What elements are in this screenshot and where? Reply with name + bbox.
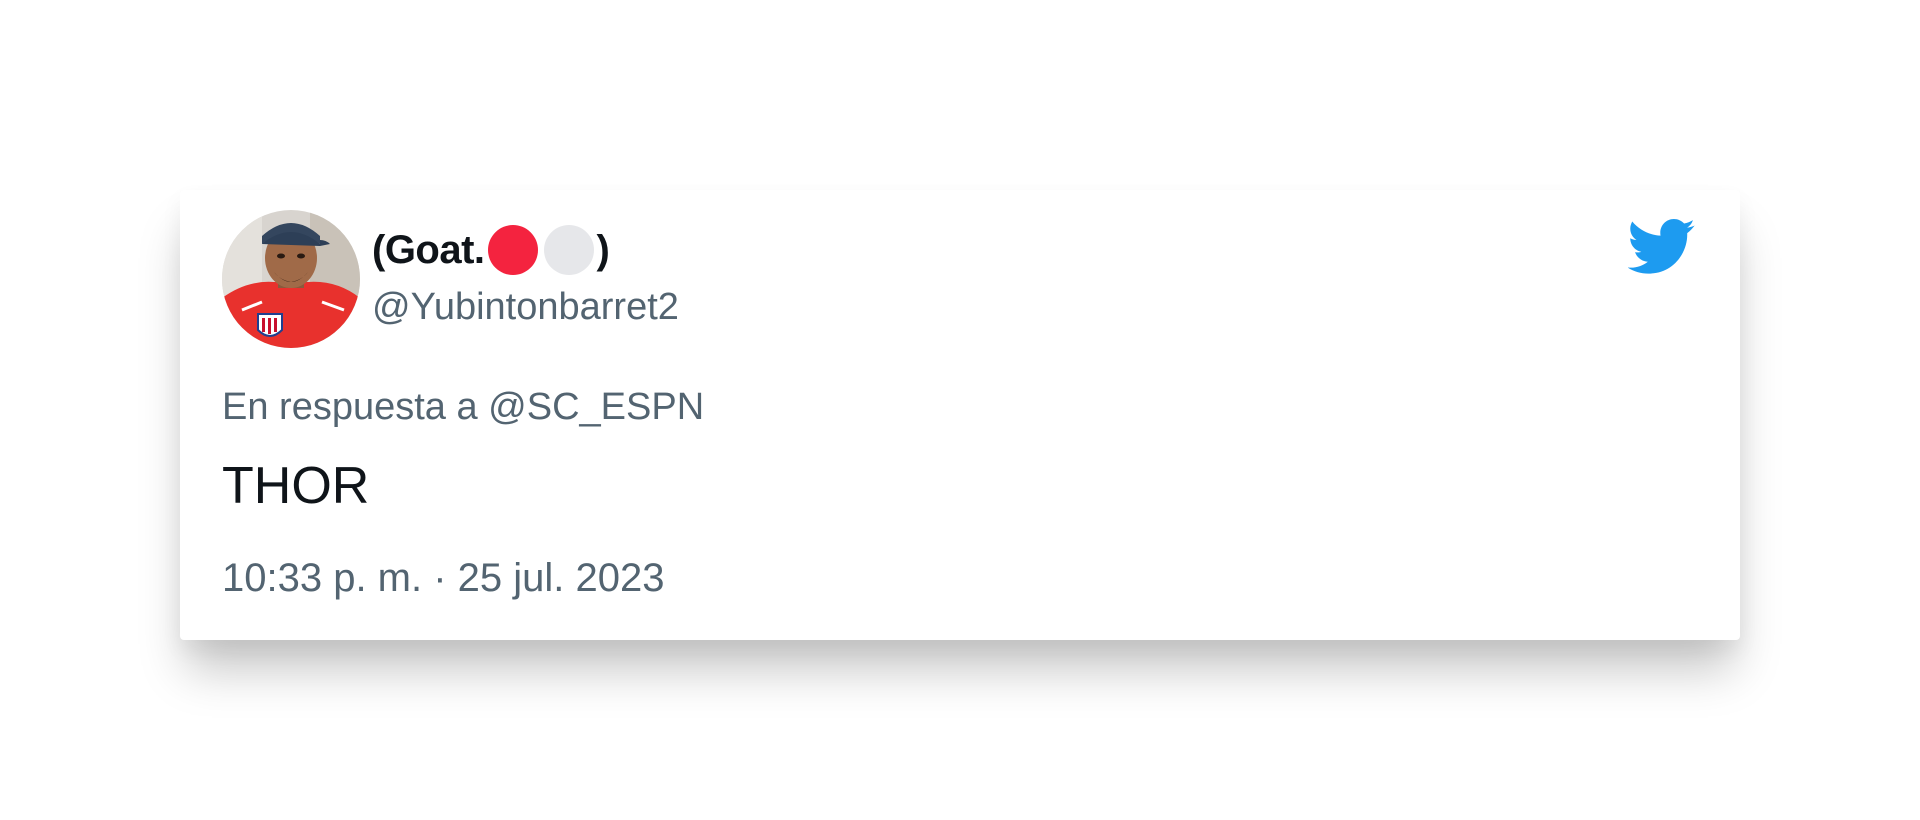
tweet-timestamp[interactable]: 10:33 p. m. · 25 jul. 2023 xyxy=(222,556,665,601)
tweet-screenshot: (Goat. ) @Yubintonbarret2 En respuesta a… xyxy=(0,0,1920,820)
white-circle-emoji xyxy=(543,225,594,275)
display-name-suffix: ) xyxy=(596,227,610,272)
avatar[interactable] xyxy=(222,210,360,348)
reply-context[interactable]: En respuesta a @SC_ESPN xyxy=(222,386,704,429)
user-handle[interactable]: @Yubintonbarret2 xyxy=(372,286,679,329)
red-circle-emoji xyxy=(487,225,538,275)
tweet-text: THOR xyxy=(222,457,370,515)
twitter-bird-icon[interactable] xyxy=(1627,218,1696,276)
display-name[interactable]: (Goat. ) xyxy=(372,222,610,278)
display-name-prefix: (Goat. xyxy=(372,227,485,272)
